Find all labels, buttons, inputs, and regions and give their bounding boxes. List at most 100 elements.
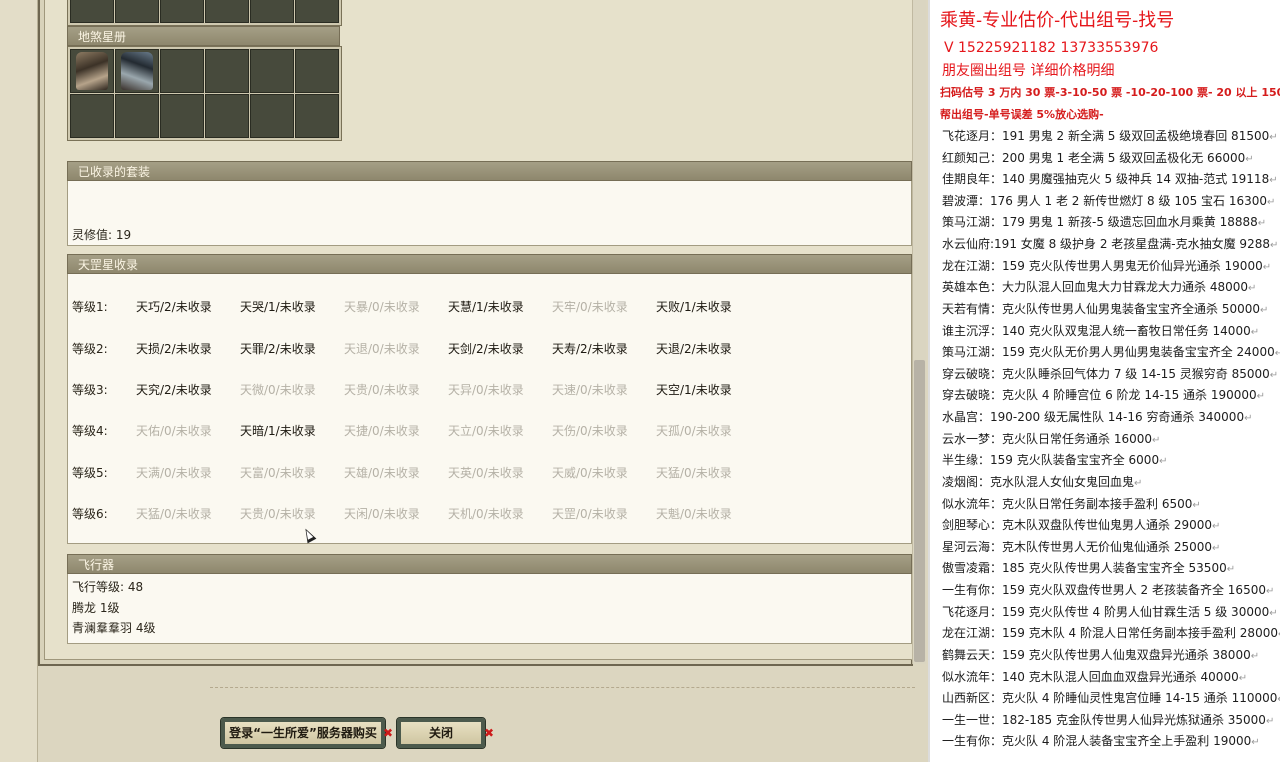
star-entry[interactable]: 天富/0/未收录 bbox=[240, 464, 316, 481]
suits-title: 已收录的套装 bbox=[78, 165, 151, 179]
note-entry-text: 水云仙府:191 女魔 8 级护身 2 老孩星盘满-克水抽女魔 9288 bbox=[942, 237, 1270, 251]
star-entry[interactable]: 天满/0/未收录 bbox=[136, 464, 212, 481]
note-entry-text: 一生有你：克火队 4 阶混人装备宝宝齐全上手盈利 19000 bbox=[942, 734, 1252, 748]
return-mark-icon: ↵ bbox=[1250, 327, 1260, 338]
card-slot[interactable] bbox=[295, 49, 339, 93]
note-entry: 一生一世：182-185 克金队传世男人仙异光炼狱通杀 35000↵ bbox=[942, 711, 1274, 728]
star-entry[interactable]: 天魁/0/未收录 bbox=[656, 505, 732, 522]
item-slot[interactable] bbox=[250, 0, 294, 23]
note-entry-text: 策马江湖：179 男鬼 1 新孩-5 级遗忘回血水月乘黄 18888 bbox=[942, 215, 1258, 229]
return-mark-icon: ↵ bbox=[1269, 370, 1279, 381]
return-mark-icon: ↵ bbox=[1256, 391, 1266, 402]
close-button[interactable]: 关闭 bbox=[396, 717, 486, 749]
item-slot[interactable] bbox=[70, 0, 114, 23]
return-mark-icon: ↵ bbox=[1212, 543, 1221, 554]
note-entry: 谁主沉浮：140 克火队双鬼混人统一畜牧日常任务 14000↵ bbox=[942, 322, 1259, 339]
note-entry: 飞花逐月：191 男鬼 2 新全满 5 级双回孟极绝境春回 81500↵ bbox=[942, 127, 1278, 144]
star-entry[interactable]: 天雄/0/未收录 bbox=[344, 464, 420, 481]
note-entry: 似水流年：140 克木队混人回血血双盘异光通杀 40000↵ bbox=[942, 668, 1247, 685]
card-slot-1[interactable] bbox=[70, 49, 114, 93]
card-slot[interactable] bbox=[205, 94, 249, 138]
close-x-icon: ✖ bbox=[484, 726, 495, 740]
star-entry[interactable]: 天退/0/未收录 bbox=[344, 340, 420, 357]
star-entry[interactable]: 天牢/0/未收录 bbox=[552, 298, 628, 315]
return-mark-icon: ↵ bbox=[1257, 218, 1267, 229]
star-entry[interactable]: 天微/0/未收录 bbox=[240, 381, 316, 398]
note-entry: 一生有你：克火队 4 阶混人装备宝宝齐全上手盈利 19000↵ bbox=[942, 732, 1260, 749]
star-entry[interactable]: 天孤/0/未收录 bbox=[656, 422, 732, 439]
note-title: 乘黄-专业估价-代出组号-找号 bbox=[940, 10, 1175, 31]
star-entry[interactable]: 天罡/0/未收录 bbox=[552, 505, 628, 522]
star-entry[interactable]: 天巧/2/未收录 bbox=[136, 298, 212, 315]
star-entry[interactable]: 天速/0/未收录 bbox=[552, 381, 628, 398]
login-server-buy-button[interactable]: 登录“一生所爱”服务器购买 bbox=[220, 717, 386, 749]
star-entry[interactable]: 天空/1/未收录 bbox=[656, 381, 732, 398]
note-entry: 凌烟阁：克水队混人女仙女鬼回血鬼↵ bbox=[942, 473, 1142, 490]
star-entry[interactable]: 天英/0/未收录 bbox=[448, 464, 524, 481]
star-entry[interactable]: 天剑/2/未收录 bbox=[448, 340, 524, 357]
note-friend-line: 朋友圈出组号 详细价格明细 bbox=[942, 63, 1115, 79]
star-entry[interactable]: 天机/0/未收录 bbox=[448, 505, 524, 522]
note-entry: 山西新区：克火队 4 阶睡仙灵性鬼宫位睡 14-15 通杀 110000↵ bbox=[942, 689, 1280, 706]
return-mark-icon: ↵ bbox=[1269, 132, 1278, 143]
flyer-header: 飞行器 bbox=[67, 554, 912, 574]
star-entry[interactable]: 天败/1/未收录 bbox=[656, 298, 732, 315]
divider bbox=[210, 687, 915, 688]
card-slot[interactable] bbox=[115, 94, 159, 138]
star-entry[interactable]: 天猛/0/未收录 bbox=[136, 505, 212, 522]
star-entry[interactable]: 天损/2/未收录 bbox=[136, 340, 212, 357]
card-slot[interactable] bbox=[250, 94, 294, 138]
note-entry: 佳期良年：140 男魔强抽克火 5 级神兵 14 双抽-范式 19118↵ bbox=[942, 170, 1278, 187]
note-entry-text: 谁主沉浮：140 克火队双鬼混人统一畜牧日常任务 14000 bbox=[942, 324, 1251, 338]
star-book-grid bbox=[67, 46, 342, 141]
card-slot[interactable] bbox=[70, 94, 114, 138]
return-mark-icon: ↵ bbox=[1250, 651, 1260, 662]
star-entry[interactable]: 天寿/2/未收录 bbox=[552, 340, 628, 357]
item-slot[interactable] bbox=[115, 0, 159, 23]
star-entry[interactable]: 天佑/0/未收录 bbox=[136, 422, 212, 439]
star-entry[interactable]: 天立/0/未收录 bbox=[448, 422, 524, 439]
tiangang-title: 天罡星收录 bbox=[78, 258, 139, 272]
star-entry[interactable]: 天暴/0/未收录 bbox=[344, 298, 420, 315]
star-entry[interactable]: 天猛/0/未收录 bbox=[656, 464, 732, 481]
note-entry-text: 似水流年：克火队日常任务副本接手盈利 6500 bbox=[942, 497, 1193, 511]
note-entry: 红颜知己：200 男鬼 1 老全满 5 级双回孟极化无 66000↵ bbox=[942, 149, 1254, 166]
star-entry[interactable]: 天贵/0/未收录 bbox=[240, 505, 316, 522]
note-entry-text: 红颜知己：200 男鬼 1 老全满 5 级双回孟极化无 66000 bbox=[942, 151, 1246, 165]
note-entry-text: 山西新区：克火队 4 阶睡仙灵性鬼宫位睡 14-15 通杀 110000 bbox=[942, 691, 1278, 705]
card-slot[interactable] bbox=[160, 94, 204, 138]
scrollbar-thumb[interactable] bbox=[914, 360, 925, 662]
warrior-card-icon bbox=[76, 52, 108, 90]
card-slot[interactable] bbox=[160, 49, 204, 93]
note-entry-text: 策马江湖：159 克火队无价男人男仙男鬼装备宝宝齐全 24000 bbox=[942, 345, 1275, 359]
note-entry-text: 龙在江湖：159 克火队传世男人男鬼无价仙异光通杀 19000 bbox=[942, 259, 1263, 273]
star-entry[interactable]: 天威/0/未收录 bbox=[552, 464, 628, 481]
star-entry[interactable]: 天慧/1/未收录 bbox=[448, 298, 524, 315]
card-slot[interactable] bbox=[295, 94, 339, 138]
return-mark-icon: ↵ bbox=[1245, 154, 1254, 165]
star-entry[interactable]: 天罪/2/未收录 bbox=[240, 340, 316, 357]
return-mark-icon: ↵ bbox=[1265, 716, 1275, 727]
item-slot[interactable] bbox=[205, 0, 249, 23]
star-entry[interactable]: 天异/0/未收录 bbox=[448, 381, 524, 398]
star-entry[interactable]: 天伤/0/未收录 bbox=[552, 422, 628, 439]
star-entry[interactable]: 天退/2/未收录 bbox=[656, 340, 732, 357]
note-entry: 云水一梦：克火队日常任务通杀 16000↵ bbox=[942, 430, 1160, 447]
card-slot[interactable] bbox=[205, 49, 249, 93]
star-entry[interactable]: 天暗/1/未收录 bbox=[240, 422, 316, 439]
return-mark-icon: ↵ bbox=[1248, 283, 1257, 294]
return-mark-icon: ↵ bbox=[1159, 456, 1168, 467]
flyer-title: 飞行器 bbox=[78, 558, 115, 572]
star-entry[interactable]: 天贵/0/未收录 bbox=[344, 381, 420, 398]
item-slot[interactable] bbox=[295, 0, 339, 23]
star-entry[interactable]: 天闲/0/未收录 bbox=[344, 505, 420, 522]
card-slot-2[interactable] bbox=[115, 49, 159, 93]
window-left-border bbox=[0, 0, 38, 762]
star-entry[interactable]: 天捷/0/未收录 bbox=[344, 422, 420, 439]
item-slot[interactable] bbox=[160, 0, 204, 23]
star-entry[interactable]: 天哭/1/未收录 bbox=[240, 298, 316, 315]
star-entry[interactable]: 天究/2/未收录 bbox=[136, 381, 212, 398]
note-entry-text: 水晶宫：190-200 级无属性队 14-16 穷奇通杀 340000 bbox=[942, 410, 1245, 424]
card-slot[interactable] bbox=[250, 49, 294, 93]
note-entry-text: 飞花逐月：159 克火队传世 4 阶男人仙甘霖生活 5 级 30000 bbox=[942, 605, 1270, 619]
